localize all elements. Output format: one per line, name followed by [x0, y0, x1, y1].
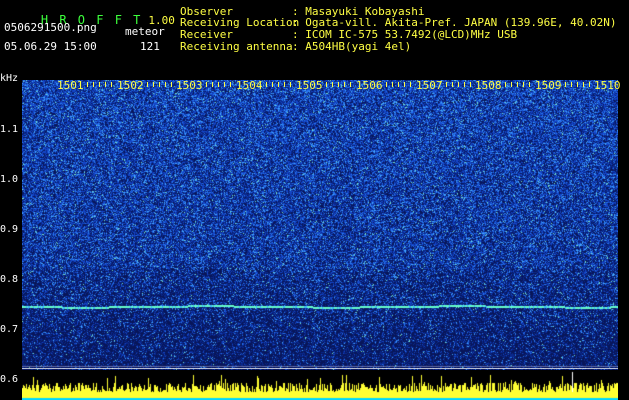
location-value: : Ogata-vill. Akita-Pref. JAPAN (139.96E…: [292, 16, 617, 29]
datetime-label: 05.06.29 15:00: [4, 40, 97, 53]
x-minor-tick: [577, 82, 578, 87]
x-tick-label: 1505: [296, 79, 323, 92]
x-minor-tick: [159, 82, 160, 87]
antenna-label: Receiving antenna: [180, 40, 293, 53]
x-minor-tick: [326, 82, 327, 87]
x-tick-label: 1502: [117, 79, 144, 92]
hroft-window: H R O F F T 1.00 0506291500.png meteor 05…: [0, 0, 629, 400]
y-tick-label: 0.9: [0, 224, 19, 235]
x-minor-tick: [344, 82, 345, 87]
x-minor-tick: [446, 82, 447, 87]
y-tick-label: 0.7: [0, 324, 19, 335]
amplitude-separator: [22, 368, 618, 369]
y-tick-label: 1.0: [0, 174, 19, 185]
x-minor-tick: [404, 82, 405, 87]
y-tick-label: 0.8: [0, 274, 19, 285]
x-minor-tick: [470, 82, 471, 87]
x-minor-tick: [386, 82, 387, 87]
x-tick-label: 1510: [594, 79, 621, 92]
x-tick-label: 1501: [57, 79, 84, 92]
x-minor-tick: [165, 82, 166, 87]
x-minor-tick: [398, 82, 399, 87]
x-minor-tick: [87, 82, 88, 87]
x-minor-tick: [517, 82, 518, 87]
x-minor-tick: [206, 82, 207, 87]
amplitude-strip: [22, 370, 618, 400]
amplitude-canvas: [22, 370, 618, 400]
x-minor-tick: [171, 82, 172, 87]
x-minor-tick: [464, 82, 465, 87]
x-minor-tick: [523, 82, 524, 87]
x-minor-tick: [458, 82, 459, 87]
x-tick-label: 1507: [416, 79, 443, 92]
x-minor-tick: [93, 82, 94, 87]
antenna-value: : A504HB(yagi 4el): [292, 40, 412, 53]
x-minor-tick: [272, 82, 273, 87]
x-minor-tick: [505, 82, 506, 87]
location-label: Receiving Location: [180, 16, 300, 29]
x-minor-tick: [338, 82, 339, 87]
x-minor-tick: [410, 82, 411, 87]
x-minor-tick: [452, 82, 453, 87]
x-minor-tick: [284, 82, 285, 87]
x-minor-tick: [99, 82, 100, 87]
x-minor-tick: [571, 82, 572, 87]
x-minor-tick: [266, 82, 267, 87]
x-minor-tick: [332, 82, 333, 87]
x-tick-label: 1504: [236, 79, 263, 92]
x-tick-label: 1509: [535, 79, 562, 92]
x-minor-tick: [105, 82, 106, 87]
x-minor-tick: [350, 82, 351, 87]
x-tick-label: 1508: [475, 79, 502, 92]
x-minor-tick: [392, 82, 393, 87]
x-minor-tick: [529, 82, 530, 87]
receiver-label: Receiver: [180, 28, 233, 41]
y-tick-label: 1.1: [0, 124, 19, 135]
x-minor-tick: [218, 82, 219, 87]
x-tick-label: 1503: [176, 79, 203, 92]
x-tick-label: 1506: [356, 79, 383, 92]
mode-label: meteor: [125, 25, 165, 38]
x-minor-tick: [290, 82, 291, 87]
x-minor-tick: [511, 82, 512, 87]
y-axis-unit: kHz: [0, 73, 19, 84]
receiver-value: : ICOM IC-575 53.7492(@LCD)MHz USB: [292, 28, 518, 41]
x-minor-tick: [565, 82, 566, 87]
x-minor-tick: [583, 82, 584, 87]
spectrogram-canvas: [22, 80, 618, 370]
spectrogram-panel: [22, 80, 618, 370]
y-tick-label: 0.6: [0, 374, 19, 385]
x-minor-tick: [147, 82, 148, 87]
x-minor-tick: [589, 82, 590, 87]
filename-label: 0506291500.png: [4, 21, 97, 34]
count-label: 121: [140, 40, 160, 53]
x-minor-tick: [278, 82, 279, 87]
x-minor-tick: [153, 82, 154, 87]
x-minor-tick: [230, 82, 231, 87]
x-minor-tick: [224, 82, 225, 87]
x-minor-tick: [212, 82, 213, 87]
x-minor-tick: [111, 82, 112, 87]
